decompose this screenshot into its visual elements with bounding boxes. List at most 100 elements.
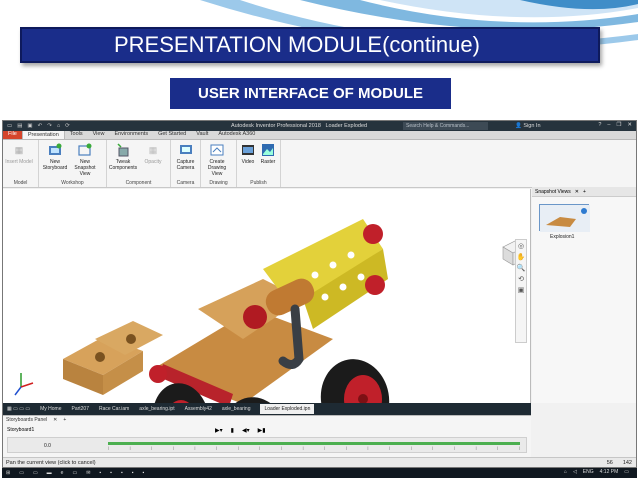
group-label-publish: Publish bbox=[250, 180, 267, 186]
close-panel-icon[interactable]: ✕ bbox=[575, 189, 579, 195]
restore-icon[interactable]: ❐ bbox=[616, 122, 621, 128]
clock[interactable]: 4:12 PM bbox=[600, 469, 619, 475]
stop-icon[interactable]: ▮ bbox=[231, 427, 234, 434]
task-view-icon[interactable]: ▭ bbox=[33, 470, 38, 476]
storyboard-timeline[interactable]: 0.0 | | | | | | | | | | | | | | | | | | | | bbox=[7, 437, 527, 453]
raster-icon bbox=[261, 143, 275, 157]
tab-presentation[interactable]: Presentation bbox=[21, 130, 65, 139]
volume-icon[interactable]: ◁ bbox=[573, 469, 577, 475]
status-bar: Pan the current view (click to cancel) 5… bbox=[3, 457, 636, 467]
storyboard-panel: Storyboards Panel ✕ + Storyboard1 ▶▾ ▮ ◀… bbox=[3, 415, 531, 457]
new-storyboard-button[interactable]: New Storyboard bbox=[41, 143, 69, 171]
undo-icon[interactable]: ↶ bbox=[38, 123, 43, 129]
doc-tab-part207[interactable]: Part207 bbox=[71, 406, 89, 412]
snapshot-thumbnail[interactable] bbox=[539, 204, 590, 232]
current-time: 0.0 bbox=[44, 443, 51, 449]
status-count-1: 56 bbox=[606, 460, 613, 466]
tab-autodesk-a360[interactable]: Autodesk A360 bbox=[213, 130, 260, 139]
orbit-icon[interactable]: ⟲ bbox=[518, 275, 524, 283]
app-name: Autodesk Inventor Professional 2018 bbox=[231, 123, 321, 129]
network-icon[interactable]: ⌂ bbox=[564, 469, 567, 475]
store-icon[interactable]: ▭ bbox=[72, 470, 77, 476]
status-count-2: 142 bbox=[622, 460, 632, 466]
system-tray: ⌂ ◁ ENG 4:12 PM ▭ bbox=[564, 469, 629, 475]
new-file-icon[interactable]: ▭ bbox=[7, 123, 12, 129]
inventor-taskbar-icon[interactable]: ▪ bbox=[143, 470, 145, 476]
quick-access-toolbar: ▭ ▤ ▣ ↶ ↷ ⌂ ⟳ bbox=[3, 123, 193, 129]
insert-model-icon: ▦ bbox=[14, 145, 24, 155]
tab-toggle-icon[interactable]: ▦ ▭ ▭ ▭ bbox=[7, 406, 30, 412]
windows-taskbar: ⊞ ▭ ▭ ▬ e ▭ ✉ ▪ ▪ ▪ ▪ ▪ ⌂ ◁ ENG 4:12 PM … bbox=[2, 468, 637, 478]
snapshot-panel-header: Snapshot Views ✕ + bbox=[532, 187, 636, 197]
playback-controls: Storyboard1 ▶▾ ▮ ◀▾ ▶▮ bbox=[3, 425, 531, 435]
taskbar-icons: ⊞ ▭ ▭ ▬ e ▭ ✉ ▪ ▪ ▪ ▪ ▪ bbox=[2, 470, 144, 476]
search-taskbar-icon[interactable]: ▭ bbox=[19, 470, 24, 476]
pan-icon[interactable]: ✋ bbox=[517, 253, 526, 261]
app-icon-3[interactable]: ▪ bbox=[121, 470, 123, 476]
navigation-bar: ◎ ✋ 🔍 ⟲ ▣ bbox=[515, 239, 527, 343]
app-icon-1[interactable]: ▪ bbox=[99, 470, 101, 476]
new-snapshot-view-button[interactable]: New Snapshot View bbox=[71, 143, 99, 177]
ribbon-group-drawing: Create Drawing View Drawing bbox=[201, 140, 237, 187]
add-panel-icon[interactable]: + bbox=[583, 189, 586, 195]
add-storyboard-icon[interactable]: + bbox=[63, 416, 66, 424]
edge-icon[interactable]: e bbox=[61, 470, 64, 476]
tab-tools[interactable]: Tools bbox=[65, 130, 88, 139]
update-icon[interactable]: ⟳ bbox=[65, 123, 70, 129]
document-name: Loader Exploded bbox=[325, 123, 368, 129]
insert-model-label: Insert Model bbox=[5, 159, 33, 165]
go-to-end-icon[interactable]: ▶▮ bbox=[258, 427, 266, 434]
create-drawing-view-button[interactable]: Create Drawing View bbox=[203, 143, 231, 177]
home-icon[interactable]: ⌂ bbox=[57, 123, 60, 129]
raster-button[interactable]: Raster bbox=[259, 143, 277, 165]
doc-tab-loader-exploded[interactable]: Loader Exploded.ipn bbox=[260, 404, 315, 414]
tab-view[interactable]: View bbox=[88, 130, 110, 139]
video-button[interactable]: Video bbox=[239, 143, 257, 165]
explorer-icon[interactable]: ▬ bbox=[47, 470, 52, 476]
language-indicator[interactable]: ENG bbox=[583, 469, 594, 475]
rewind-icon[interactable]: ◀▾ bbox=[242, 427, 250, 434]
opacity-button[interactable]: ▦ Opacity bbox=[139, 143, 167, 166]
notifications-icon[interactable]: ▭ bbox=[624, 469, 629, 475]
app-icon-4[interactable]: ▪ bbox=[132, 470, 134, 476]
doc-tab-assembly42[interactable]: Assembly42 bbox=[185, 406, 212, 412]
model-viewport[interactable] bbox=[3, 189, 531, 467]
doc-tab-axle-bearing-ipt[interactable]: axle_bearing.ipt bbox=[139, 406, 174, 412]
sign-in-button[interactable]: 👤 Sign In bbox=[515, 123, 541, 129]
search-input[interactable]: Search Help & Commands... bbox=[403, 122, 488, 130]
play-icon[interactable]: ▶▾ bbox=[215, 427, 223, 434]
tab-file[interactable]: File bbox=[3, 130, 22, 139]
sign-in-label: Sign In bbox=[523, 123, 541, 129]
mail-icon[interactable]: ✉ bbox=[86, 470, 90, 476]
timeline-bar[interactable] bbox=[108, 442, 520, 445]
group-label-component: Component bbox=[125, 180, 152, 186]
start-icon[interactable]: ⊞ bbox=[6, 470, 10, 476]
close-icon[interactable]: ✕ bbox=[627, 122, 632, 128]
insert-model-button[interactable]: ▦ Insert Model bbox=[5, 143, 33, 166]
doc-tab-race-car[interactable]: Race Car.iam bbox=[99, 406, 129, 412]
inventor-window: ▭ ▤ ▣ ↶ ↷ ⌂ ⟳ Autodesk Inventor Professi… bbox=[2, 120, 637, 468]
tab-vault[interactable]: Vault bbox=[191, 130, 213, 139]
capture-camera-button[interactable]: Capture Camera bbox=[173, 143, 198, 171]
close-storyboard-icon[interactable]: ✕ bbox=[53, 416, 57, 424]
tab-environments[interactable]: Environments bbox=[109, 130, 153, 139]
help-icon[interactable]: ? bbox=[598, 122, 601, 128]
status-counters: 56 142 bbox=[606, 458, 632, 467]
steering-wheel-icon[interactable]: ◎ bbox=[518, 242, 524, 250]
storyboard-tab[interactable]: Storyboard1 bbox=[7, 427, 207, 433]
redo-icon[interactable]: ↷ bbox=[47, 123, 52, 129]
tab-get-started[interactable]: Get Started bbox=[153, 130, 191, 139]
slide-subtitle: USER INTERFACE OF MODULE bbox=[170, 78, 451, 109]
app-icon-2[interactable]: ▪ bbox=[110, 470, 112, 476]
tweak-components-button[interactable]: Tweak Components bbox=[109, 143, 137, 171]
doc-tab-my-home[interactable]: My Home bbox=[40, 406, 61, 412]
open-icon[interactable]: ▤ bbox=[17, 123, 22, 129]
slide-title: PRESENTATION MODULE(continue) bbox=[20, 27, 600, 63]
minimize-icon[interactable]: – bbox=[607, 122, 610, 128]
doc-tab-axle-bearing[interactable]: axle_bearing bbox=[222, 406, 251, 412]
new-storyboard-icon bbox=[48, 143, 62, 157]
ribbon-group-component: Tweak Components ▦ Opacity Component bbox=[107, 140, 171, 187]
look-at-icon[interactable]: ▣ bbox=[518, 286, 525, 294]
save-icon[interactable]: ▣ bbox=[27, 123, 32, 129]
zoom-icon[interactable]: 🔍 bbox=[517, 264, 526, 272]
